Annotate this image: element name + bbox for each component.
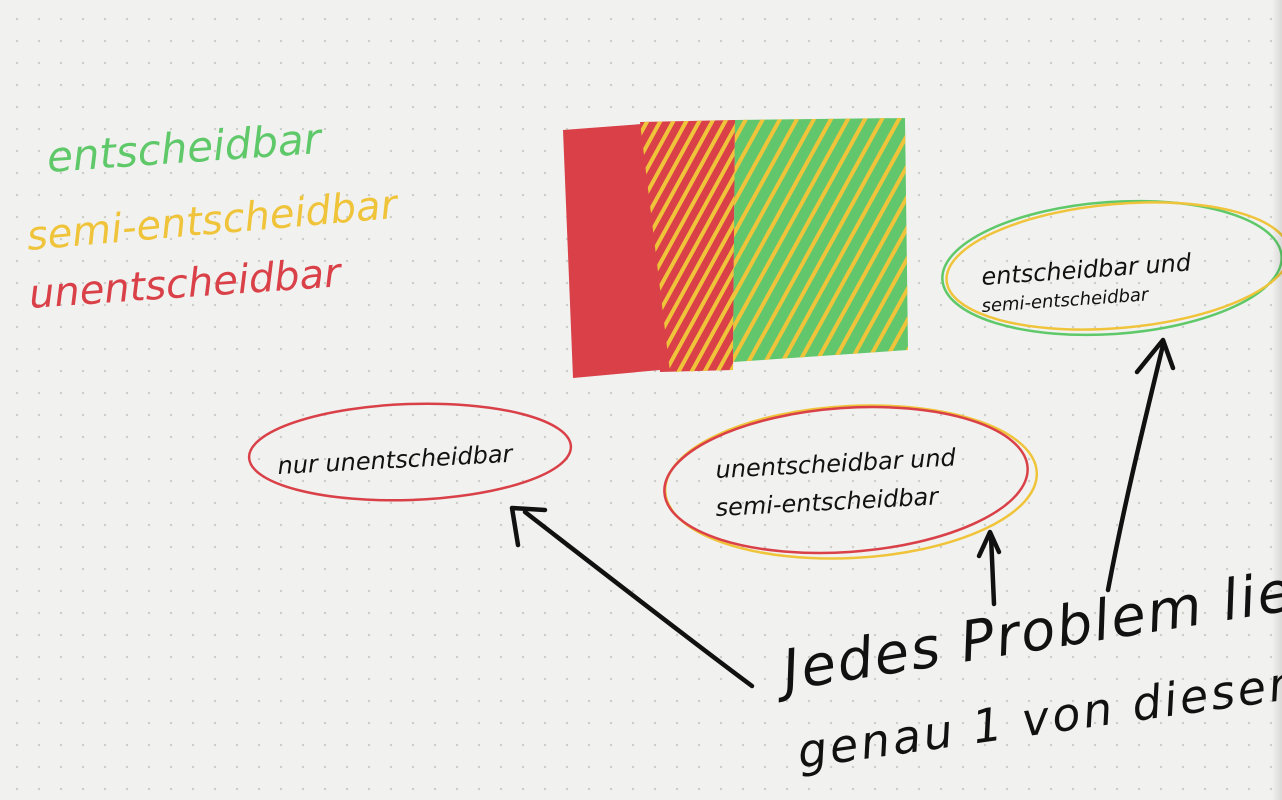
ellipse-decidable-and-semi: entscheidbar und semi-entscheidbar [941,199,1282,337]
legend-decidable: entscheidbar [45,114,325,182]
legend: entscheidbar semi-entscheidbar unentsche… [25,114,401,318]
arrow-to-decidable-and-semi [1105,337,1176,593]
semi-decidable-hatch-stroke [388,115,534,380]
label-decidable-and-semi-line1: entscheidbar und [980,248,1192,291]
semi-decidable-hatch-stroke [427,115,573,380]
arrow-to-undecidable-and-semi [976,529,1002,607]
legend-semi-decidable: semi-entscheidbar [25,182,401,260]
semi-decidable-hatch-stroke [375,115,521,380]
whiteboard-canvas: entscheidbar semi-entscheidbar unentsche… [25,114,1282,779]
label-undecidable-and-semi-line1: unentscheidbar und [715,443,957,484]
page-edge-shadow [1272,0,1282,800]
label-undecidable-and-semi-line2: semi-entscheidbar [715,482,941,522]
arrow-to-only-undecidable [509,505,755,689]
hatched-block [375,115,908,380]
semi-decidable-hatch-stroke [414,115,560,380]
semi-decidable-hatch-stroke [401,115,547,380]
label-only-undecidable: nur unentscheidbar [277,440,515,480]
legend-undecidable: unentscheidbar [27,250,344,318]
semi-decidable-hatch-stroke [440,115,586,380]
statement: Jedes Problem liegt genau 1 von diesen [768,549,1282,779]
ellipse-only-undecidable: nur unentscheidbar [247,402,573,502]
